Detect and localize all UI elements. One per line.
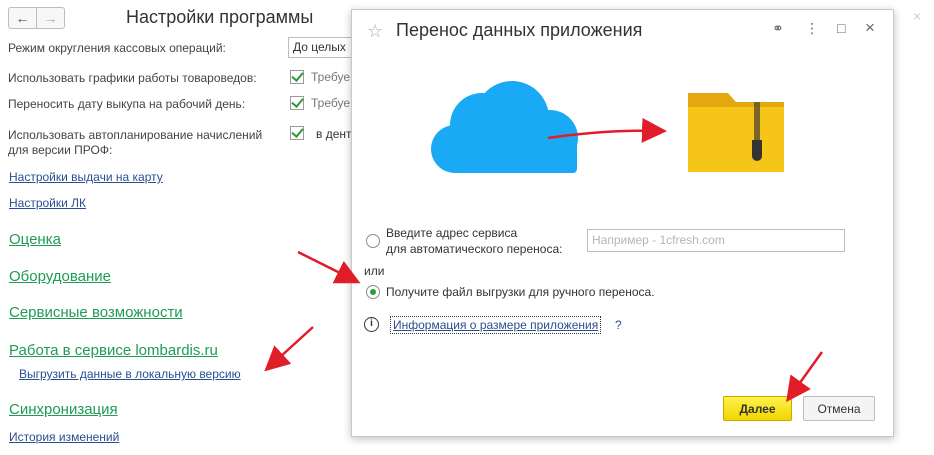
section-equipment[interactable]: Оборудование — [9, 268, 111, 285]
arrow-left-icon: ← — [15, 10, 30, 26]
card-settings-link[interactable]: Настройки выдачи на карту — [9, 170, 163, 184]
manual-transfer-label: Получите файл выгрузки для ручного перен… — [386, 285, 655, 299]
arrow-to-manual-option — [297, 250, 361, 284]
buyout-label: Переносить дату выкупа на рабочий день: — [8, 97, 246, 111]
back-button[interactable]: ← — [8, 7, 37, 29]
export-local-link[interactable]: Выгрузить данные в локальную версию — [19, 367, 241, 381]
zip-folder-icon — [688, 93, 784, 172]
section-lombardis[interactable]: Работа в сервисе lombardis.ru — [9, 342, 218, 359]
autoplan-label-line1: Использовать автопланирование начислений — [8, 128, 263, 142]
arrow-right-icon: → — [43, 10, 58, 26]
lk-settings-link[interactable]: Настройки ЛК — [9, 196, 86, 210]
auto-transfer-label-line1: Введите адрес сервиса — [386, 226, 518, 240]
transfer-illustration — [431, 81, 784, 173]
autoplan-label-line2: для версии ПРОФ: — [8, 143, 113, 157]
next-button[interactable]: Далее — [723, 396, 792, 421]
service-address-input[interactable]: Например - 1cfresh.com — [587, 229, 845, 252]
schedules-label: Использовать графики работы товароведов: — [8, 71, 257, 85]
history-link[interactable]: История изменений — [9, 430, 119, 444]
forward-button[interactable]: → — [36, 7, 65, 29]
transfer-dialog: ☆ Перенос данных приложения ⚭ ⋮ □ × Введ… — [351, 9, 894, 437]
app-size-info-link[interactable]: Информация о размере приложения — [390, 316, 602, 334]
schedules-checkbox[interactable] — [290, 70, 304, 84]
arrow-to-export-link — [264, 326, 314, 372]
or-label: или — [364, 264, 385, 278]
auto-transfer-radio[interactable] — [366, 234, 380, 248]
manual-transfer-radio[interactable] — [366, 285, 380, 299]
buyout-value: Требуе — [311, 96, 351, 110]
rounding-label: Режим округления кассовых операций: — [8, 41, 226, 55]
cancel-button[interactable]: Отмена — [803, 396, 875, 421]
section-service[interactable]: Сервисные возможности — [9, 304, 183, 321]
buyout-checkbox[interactable] — [290, 96, 304, 110]
schedules-value: Требуе — [311, 70, 351, 84]
help-icon[interactable]: ? — [615, 318, 622, 332]
autoplan-value: в дент — [316, 127, 352, 141]
autoplan-checkbox[interactable] — [290, 126, 304, 140]
page-title: Настройки программы — [126, 7, 314, 27]
section-sync[interactable]: Синхронизация — [9, 401, 118, 418]
info-icon: i — [364, 317, 379, 332]
window-close-icon[interactable]: × — [913, 8, 921, 24]
section-valuation[interactable]: Оценка — [9, 231, 61, 248]
cloud-icon — [431, 81, 578, 173]
auto-transfer-label-line2: для автоматического переноса: — [386, 242, 563, 256]
